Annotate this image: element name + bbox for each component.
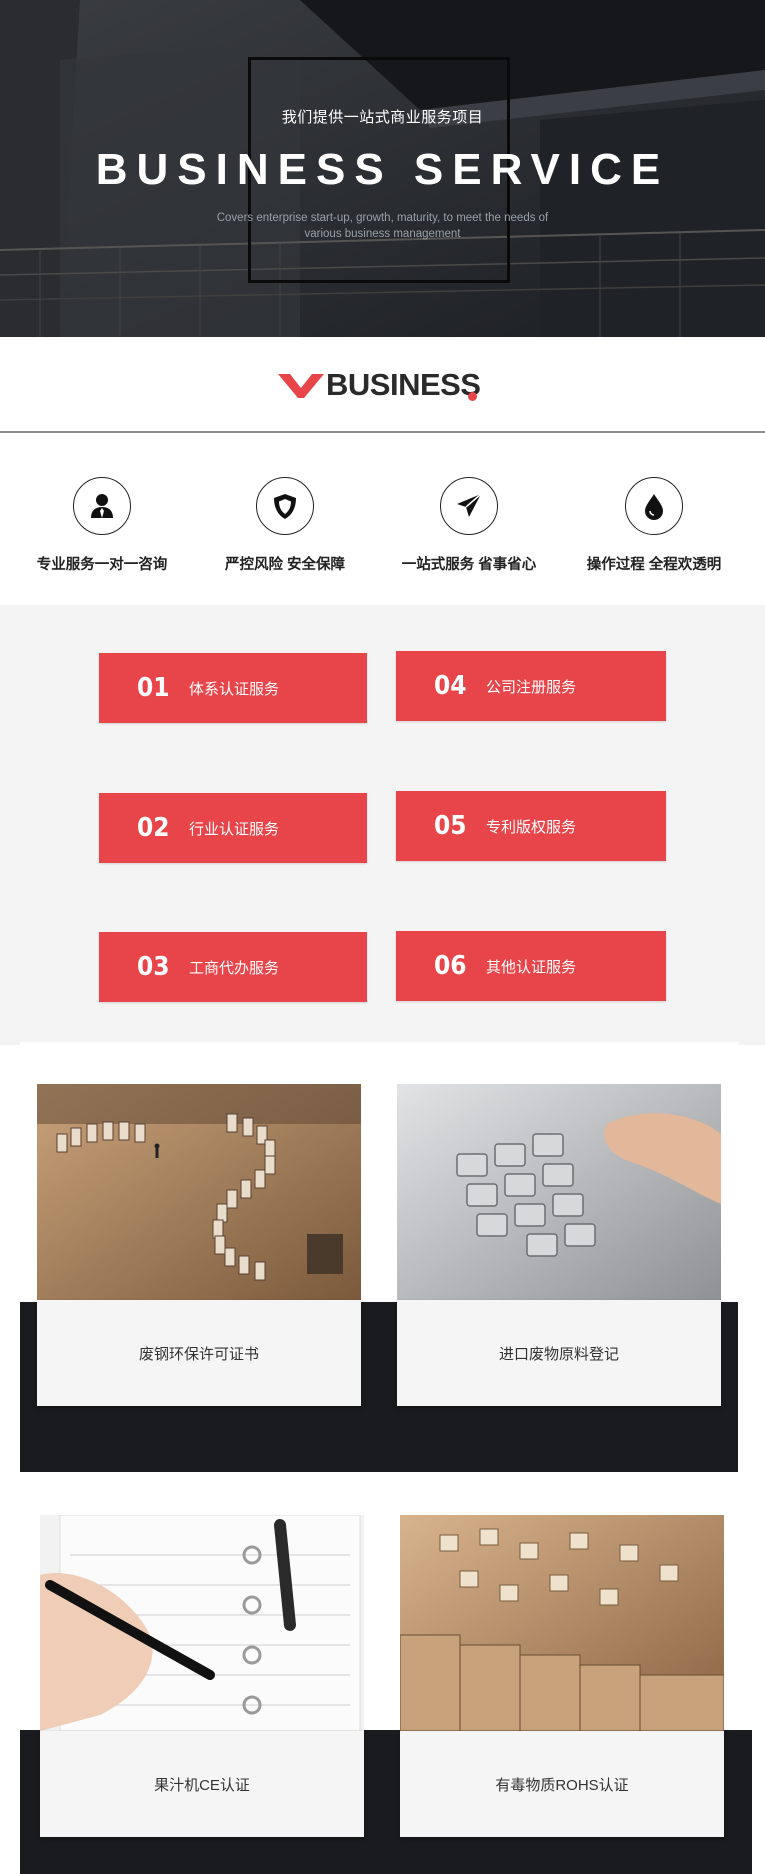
service-button-03[interactable]: 03 工商代办服务: [99, 932, 367, 1002]
service-number: 01: [137, 673, 170, 703]
hero-description: Covers enterprise start-up, growth, matu…: [216, 212, 549, 240]
service-number: 02: [137, 813, 170, 843]
service-label: 工商代办服务: [189, 959, 280, 977]
brand-header: BUSINESS: [0, 337, 765, 433]
feature-label: 一站式服务 省事省心: [401, 557, 537, 573]
paper-plane-icon: [440, 477, 498, 535]
service-button-06[interactable]: 06 其他认证服务: [396, 931, 666, 1001]
person-icon: [73, 477, 131, 535]
feature-label: 操作过程 全程欢透明: [586, 557, 722, 573]
service-button-02[interactable]: 02 行业认证服务: [99, 793, 367, 863]
shield-icon: [256, 477, 314, 535]
water-drop-icon: [625, 477, 683, 535]
service-label: 公司注册服务: [486, 678, 577, 696]
service-number: 06: [434, 951, 467, 981]
pen-notebook-photo: [40, 1515, 364, 1731]
service-number: 04: [434, 671, 467, 701]
brand-name: BUSINESS: [326, 367, 481, 402]
hero-subtitle: 我们提供一站式商业服务项目: [281, 109, 484, 126]
hero-banner: 我们提供一站式商业服务项目 BUSINESS SERVICE Covers en…: [0, 0, 765, 337]
feature-item: 严控风险 安全保障: [190, 477, 380, 574]
dominoes-photo: [37, 1084, 361, 1300]
feature-label: 专业服务一对一咨询: [36, 557, 168, 573]
card-caption: 进口废物原料登记: [397, 1300, 721, 1406]
feature-item: 专业服务一对一咨询: [7, 477, 197, 574]
service-number: 05: [434, 811, 467, 841]
service-button-05[interactable]: 05 专利版权服务: [396, 791, 666, 861]
card-caption: 果汁机CE认证: [40, 1731, 364, 1837]
card-caption: 有毒物质ROHS认证: [400, 1731, 724, 1837]
feature-label: 严控风险 安全保障: [224, 557, 346, 573]
service-label: 其他认证服务: [486, 958, 577, 976]
hero-title: BUSINESS SERVICE: [95, 145, 670, 194]
service-button-01[interactable]: 01 体系认证服务: [99, 653, 367, 723]
keypad-photo: [397, 1084, 721, 1300]
brand-logo-icon: [278, 374, 324, 398]
service-button-04[interactable]: 04 公司注册服务: [396, 651, 666, 721]
service-label: 行业认证服务: [189, 820, 280, 838]
service-number: 03: [137, 952, 170, 982]
brand-dot: [468, 392, 477, 401]
scrabble-tiles-photo: [400, 1515, 724, 1731]
card-caption: 废钢环保许可证书: [37, 1300, 361, 1406]
feature-item: 操作过程 全程欢透明: [559, 477, 749, 574]
service-label: 体系认证服务: [189, 680, 280, 698]
feature-item: 一站式服务 省事省心: [374, 477, 564, 574]
service-label: 专利版权服务: [486, 818, 577, 836]
